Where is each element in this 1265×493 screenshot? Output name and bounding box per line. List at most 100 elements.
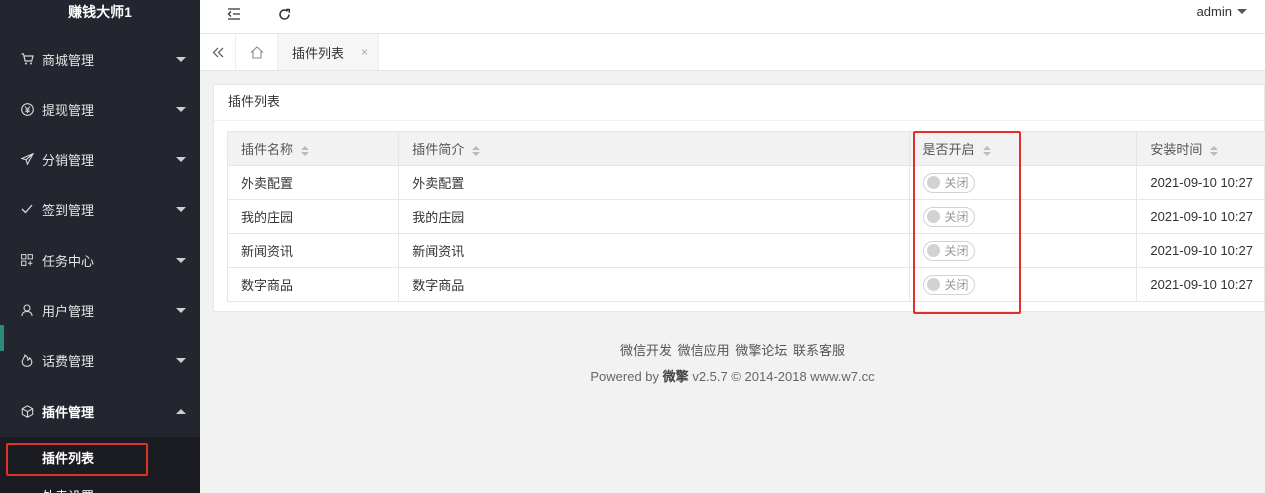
close-icon[interactable]: × [361, 45, 368, 59]
chevron-down-icon [176, 56, 186, 62]
cell-desc: 新闻资讯 [398, 233, 910, 268]
sidebar-item-distribution[interactable]: 分销管理 [0, 134, 200, 184]
chevron-down-icon [1237, 9, 1247, 14]
cell-enabled: 关闭 [908, 165, 1138, 200]
cell-time: 2021-09-10 10:27 [1136, 233, 1265, 268]
card-title: 插件列表 [214, 85, 1264, 121]
toggle-label: 关闭 [944, 278, 969, 292]
column-header-name[interactable]: 插件名称 [226, 131, 400, 166]
sidebar-item-phone-bill[interactable]: 话费管理 [0, 335, 200, 385]
powered-suffix: v2.5.7 © 2014-2018 www.w7.cc [692, 369, 875, 384]
toggle-knob [926, 278, 940, 291]
powered-brand: 微擎 [662, 369, 689, 384]
yen-icon [20, 102, 34, 116]
toggle-knob [926, 244, 940, 257]
chevron-down-icon [176, 257, 186, 263]
table-row: 外卖配置 外卖配置 关闭 2021-09-10 10:27 [226, 165, 1265, 200]
footer: 微信开发 微信应用 微擎论坛 联系客服 Powered by 微擎 v2.5.7… [200, 340, 1265, 385]
cell-name: 我的庄园 [226, 199, 400, 234]
toggle-label: 关闭 [944, 176, 969, 190]
cell-desc: 数字商品 [398, 267, 910, 302]
chevron-down-icon [176, 206, 186, 212]
sidebar-item-tasks[interactable]: 任务中心 [0, 235, 200, 285]
sidebar-item-label: 插件管理 [42, 404, 95, 420]
double-chevron-left-icon[interactable] [200, 34, 236, 70]
cell-time: 2021-09-10 10:27 [1136, 267, 1265, 302]
table-row: 我的庄园 我的庄园 关闭 2021-09-10 10:27 [226, 199, 1265, 234]
footer-link-wechat-apps[interactable]: 微信应用 [678, 343, 730, 358]
chevron-down-icon [176, 357, 186, 363]
sidebar-item-label: 分销管理 [42, 152, 95, 168]
sort-icon[interactable] [472, 145, 481, 156]
tabs-bar: 插件列表 × [200, 34, 1265, 71]
toggle-switch[interactable]: 关闭 [922, 206, 975, 227]
toggle-label: 关闭 [944, 244, 969, 258]
cart-icon [20, 52, 34, 66]
footer-links: 微信开发 微信应用 微擎论坛 联系客服 [200, 340, 1265, 359]
refresh-icon[interactable] [272, 3, 296, 25]
footer-link-support[interactable]: 联系客服 [793, 343, 845, 358]
collapse-menu-icon[interactable] [222, 3, 246, 25]
column-header-desc[interactable]: 插件简介 [398, 131, 910, 166]
tab-label: 插件列表 [292, 45, 345, 61]
chevron-down-icon [176, 156, 186, 162]
plugin-table: 插件名称 插件简介 是否开启 安装时间 外卖配置 外卖配置 关闭 2021-09… [226, 131, 1265, 302]
sort-icon[interactable] [1210, 145, 1219, 156]
cell-name: 数字商品 [226, 267, 400, 302]
cell-enabled: 关闭 [908, 233, 1138, 268]
toggle-knob [926, 176, 940, 189]
powered-prefix: Powered by [590, 369, 660, 384]
sidebar-item-checkin[interactable]: 签到管理 [0, 184, 200, 234]
sidebar-item-plugins[interactable]: 插件管理 [0, 386, 200, 436]
sidebar-item-label: 商城管理 [42, 52, 95, 68]
footer-link-forum[interactable]: 微擎论坛 [735, 343, 787, 358]
cell-name: 新闻资讯 [226, 233, 400, 268]
sort-icon[interactable] [301, 145, 310, 156]
chevron-down-icon [176, 307, 186, 313]
column-header-enabled[interactable]: 是否开启 [908, 131, 1138, 166]
cube-icon [20, 404, 34, 418]
column-header-time[interactable]: 安装时间 [1136, 131, 1265, 166]
apps-icon [20, 253, 34, 267]
sidebar-item-users[interactable]: 用户管理 [0, 285, 200, 335]
cell-enabled: 关闭 [908, 267, 1138, 302]
fire-icon [20, 353, 34, 367]
top-header: admin [200, 0, 1265, 34]
cell-enabled: 关闭 [908, 199, 1138, 234]
sidebar-item-label: 签到管理 [42, 202, 95, 218]
sort-icon[interactable] [982, 145, 991, 156]
footer-link-wechat-dev[interactable]: 微信开发 [620, 343, 672, 358]
table-row: 数字商品 数字商品 关闭 2021-09-10 10:27 [226, 267, 1265, 302]
user-menu[interactable]: admin [1197, 4, 1247, 19]
toggle-label: 关闭 [944, 210, 969, 224]
chevron-up-icon [176, 408, 186, 414]
check-icon [20, 202, 34, 216]
sidebar: 赚钱大师1 商城管理 提现管理 分销管理 签到管理 任务中心 用户管理 话费管理… [0, 0, 200, 493]
powered-by: Powered by 微擎 v2.5.7 © 2014-2018 www.w7.… [200, 366, 1265, 385]
sidebar-item-label: 话费管理 [42, 353, 95, 369]
toggle-switch[interactable]: 关闭 [922, 172, 975, 193]
highlight-box [6, 443, 148, 476]
tab-plugin-list[interactable]: 插件列表 × [278, 34, 379, 70]
sidebar-subitem-takeout-settings[interactable]: 外卖设置 [0, 481, 200, 493]
table-row: 新闻资讯 新闻资讯 关闭 2021-09-10 10:27 [226, 233, 1265, 268]
cell-desc: 我的庄园 [398, 199, 910, 234]
table-header-row: 插件名称 插件简介 是否开启 安装时间 [226, 131, 1265, 166]
cell-desc: 外卖配置 [398, 165, 910, 200]
brand-title: 赚钱大师1 [68, 4, 132, 20]
cell-time: 2021-09-10 10:27 [1136, 199, 1265, 234]
sidebar-item-mall[interactable]: 商城管理 [0, 34, 200, 84]
toggle-switch[interactable]: 关闭 [922, 274, 975, 295]
toggle-knob [926, 210, 940, 223]
chevron-down-icon [176, 106, 186, 112]
sidebar-item-withdraw[interactable]: 提现管理 [0, 84, 200, 134]
sidebar-item-label: 提现管理 [42, 102, 95, 118]
cell-time: 2021-09-10 10:27 [1136, 165, 1265, 200]
user-icon [20, 303, 34, 317]
send-icon [20, 152, 34, 166]
cell-name: 外卖配置 [226, 165, 400, 200]
sidebar-item-label: 用户管理 [42, 303, 95, 319]
home-icon[interactable] [237, 34, 278, 70]
username: admin [1196, 4, 1232, 19]
toggle-switch[interactable]: 关闭 [922, 240, 975, 261]
